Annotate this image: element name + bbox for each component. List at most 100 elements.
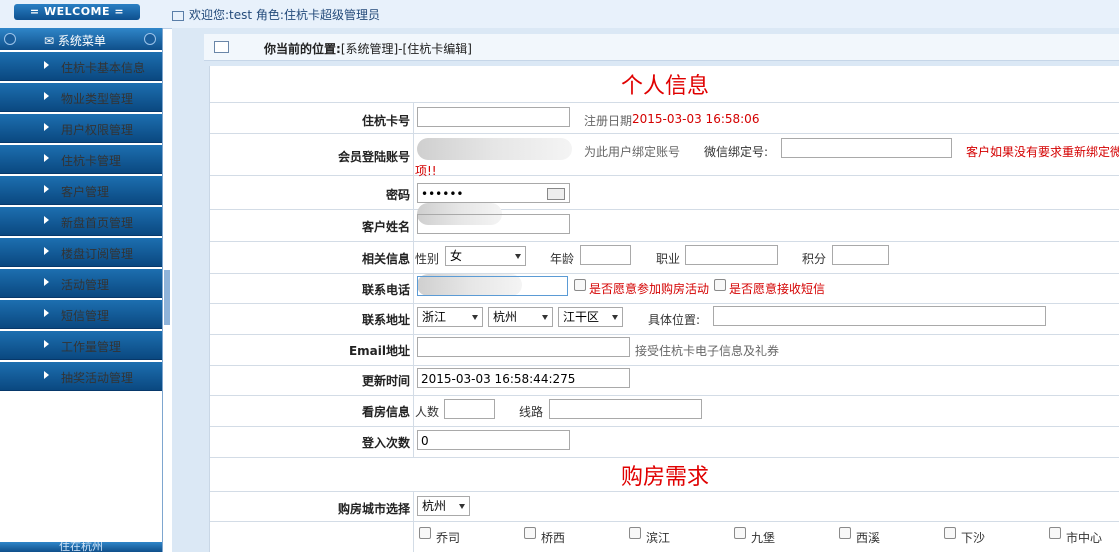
- login-count-input[interactable]: 0: [417, 430, 570, 450]
- arrow-right-icon: [44, 371, 49, 379]
- reg-date-value: 2015-03-03 16:58:06: [632, 112, 760, 126]
- purchase-needs-title: 购房需求: [620, 465, 709, 490]
- related-info-label: 相关信息: [361, 252, 410, 266]
- district-checkbox[interactable]: [629, 527, 641, 539]
- dropdown-arrow-icon: [515, 254, 521, 259]
- collapse-left-icon[interactable]: [4, 33, 16, 45]
- detail-address-label: 具体位置:: [648, 313, 701, 327]
- member-account-label: 会员登陆账号: [337, 150, 410, 164]
- password-label: 密码: [385, 188, 410, 202]
- splitter-handle[interactable]: [164, 270, 170, 325]
- district-label: 九堡: [751, 531, 776, 545]
- route-input[interactable]: [549, 399, 702, 419]
- join-activity-checkbox[interactable]: [574, 279, 586, 291]
- collapse-right-icon[interactable]: [144, 33, 156, 45]
- page-icon: [214, 41, 229, 53]
- sidebar-item-user-permissions[interactable]: 用户权限管理: [0, 114, 162, 143]
- login-count-label: 登入次数: [361, 436, 410, 450]
- sidebar-item-card-basic-info[interactable]: 住杭卡基本信息: [0, 52, 162, 81]
- sidebar-item-lottery[interactable]: 抽奖活动管理: [0, 362, 162, 391]
- rebind-warning: 客户如果没有要求重新绑定微: [966, 145, 1119, 159]
- sidebar-item-property-types[interactable]: 物业类型管理: [0, 83, 162, 112]
- district-checkbox[interactable]: [839, 527, 851, 539]
- buy-city-select[interactable]: 杭州: [417, 496, 470, 516]
- buy-city-label: 购房城市选择: [337, 502, 410, 516]
- member-account-input[interactable]: [417, 138, 572, 160]
- email-input[interactable]: [417, 337, 630, 357]
- top-bar: = WELCOME = 欢迎您:test 角色:住杭卡超级管理员: [0, 0, 1119, 29]
- bind-account-hint: 为此用户绑定账号: [584, 145, 681, 159]
- sidebar-item-new-homes[interactable]: 新盘首页管理: [0, 207, 162, 236]
- district-label: 西溪: [856, 531, 881, 545]
- customer-name-label: 客户姓名: [361, 220, 410, 234]
- wechat-input[interactable]: [781, 138, 952, 158]
- city-select[interactable]: 杭州: [488, 307, 553, 327]
- province-select[interactable]: 浙江: [417, 307, 483, 327]
- sidebar-item-workload[interactable]: 工作量管理: [0, 331, 162, 360]
- age-label: 年龄: [550, 252, 575, 266]
- sidebar-title: ✉ 系统菜单: [44, 34, 106, 48]
- welcome-badge: = WELCOME =: [14, 4, 140, 20]
- dropdown-arrow-icon: [459, 504, 465, 509]
- district-label: 滨江: [646, 531, 671, 545]
- points-input[interactable]: [832, 245, 889, 265]
- phone-input[interactable]: [417, 276, 568, 296]
- address-label: 联系地址: [361, 313, 410, 327]
- card-no-input[interactable]: [417, 107, 570, 127]
- main-panel: 你当前的位置:[系统管理]-[住杭卡编辑] 个人信息 住杭卡号 注册日期 201…: [172, 28, 1119, 552]
- job-input[interactable]: [685, 245, 778, 265]
- sidebar-item-card-management[interactable]: 住杭卡管理: [0, 145, 162, 174]
- arrow-right-icon: [44, 247, 49, 255]
- arrow-right-icon: [44, 340, 49, 348]
- arrow-right-icon: [44, 216, 49, 224]
- sidebar: ✉ 系统菜单 住杭卡基本信息 物业类型管理 用户权限管理 住杭卡管理 客户管理 …: [0, 28, 163, 552]
- sidebar-item-subscriptions[interactable]: 楼盘订阅管理: [0, 238, 162, 267]
- join-activity-label: 是否愿意参加购房活动: [589, 282, 710, 296]
- viewing-label: 看房信息: [361, 405, 410, 419]
- sidebar-item-activities[interactable]: 活动管理: [0, 269, 162, 298]
- district-select[interactable]: 江干区: [558, 307, 623, 327]
- age-input[interactable]: [580, 245, 631, 265]
- customer-name-input[interactable]: [417, 214, 570, 234]
- sidebar-item-customers[interactable]: 客户管理: [0, 176, 162, 205]
- job-label: 职业: [656, 252, 681, 266]
- district-checkbox[interactable]: [944, 527, 956, 539]
- district-checkbox[interactable]: [1049, 527, 1061, 539]
- district-checkbox[interactable]: [524, 527, 536, 539]
- district-checkbox[interactable]: [734, 527, 746, 539]
- people-label: 人数: [415, 405, 440, 419]
- update-time-input[interactable]: 2015-03-03 16:58:44:275: [417, 368, 630, 388]
- sidebar-header[interactable]: ✉ 系统菜单: [0, 28, 162, 50]
- receive-sms-checkbox[interactable]: [714, 279, 726, 291]
- receive-sms-label: 是否愿意接收短信: [729, 282, 826, 296]
- detail-address-input[interactable]: [713, 306, 1046, 326]
- wechat-label: 微信绑定号:: [704, 145, 769, 159]
- keyboard-icon[interactable]: [547, 188, 565, 200]
- sidebar-item-sms[interactable]: 短信管理: [0, 300, 162, 329]
- points-label: 积分: [802, 252, 827, 266]
- people-input[interactable]: [444, 399, 495, 419]
- sidebar-footer[interactable]: 住在杭州: [0, 542, 162, 552]
- arrow-right-icon: [44, 154, 49, 162]
- district-label: 乔司: [436, 531, 461, 545]
- personal-info-title: 个人信息: [620, 74, 709, 99]
- district-checkbox[interactable]: [419, 527, 431, 539]
- breadcrumb: 你当前的位置:[系统管理]-[住杭卡编辑]: [264, 42, 472, 56]
- phone-label: 联系电话: [361, 283, 410, 297]
- user-info-text: 欢迎您:test 角色:住杭卡超级管理员: [189, 8, 380, 22]
- district-label: 桥西: [541, 531, 566, 545]
- reg-date-label: 注册日期: [584, 114, 633, 128]
- district-label: 市中心: [1066, 531, 1103, 545]
- arrow-right-icon: [44, 185, 49, 193]
- dropdown-arrow-icon: [612, 315, 618, 320]
- email-hint: 接受住杭卡电子信息及礼券: [635, 344, 780, 358]
- gender-select[interactable]: 女: [445, 246, 526, 266]
- monitor-icon: [172, 10, 184, 21]
- arrow-right-icon: [44, 92, 49, 100]
- arrow-right-icon: [44, 278, 49, 286]
- route-label: 线路: [519, 405, 544, 419]
- arrow-right-icon: [44, 123, 49, 131]
- arrow-right-icon: [44, 309, 49, 317]
- user-info: 欢迎您:test 角色:住杭卡超级管理员: [172, 6, 380, 23]
- card-no-label: 住杭卡号: [361, 114, 410, 128]
